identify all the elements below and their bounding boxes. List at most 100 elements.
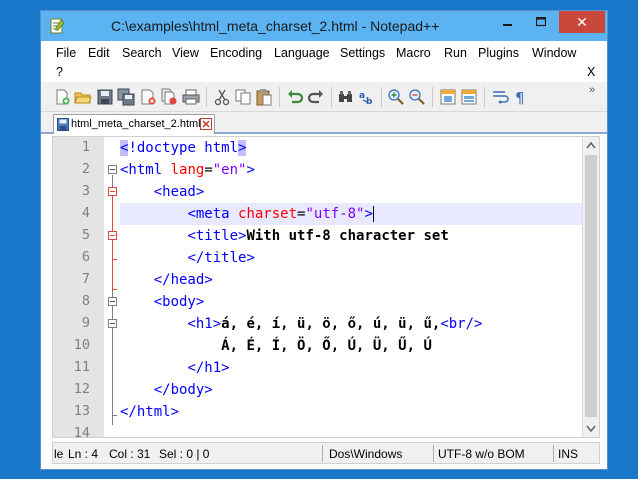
status-eol-format[interactable]: Dos\Windows bbox=[329, 447, 402, 461]
zoom-out-icon[interactable] bbox=[408, 88, 426, 106]
scroll-up-arrow-icon[interactable] bbox=[586, 141, 596, 149]
toolbar-separator bbox=[484, 87, 485, 107]
code-line-6: </title> bbox=[120, 247, 582, 269]
scroll-down-arrow-icon[interactable] bbox=[586, 425, 596, 433]
toolbar-separator bbox=[279, 87, 280, 107]
fold-end-html bbox=[112, 415, 117, 416]
fold-toggle-h1[interactable] bbox=[108, 319, 117, 328]
replace-icon[interactable]: ab bbox=[358, 88, 376, 106]
title-bar[interactable]: C:\examples\html_meta_charset_2.html - N… bbox=[41, 11, 607, 41]
vertical-scrollbar[interactable] bbox=[582, 137, 599, 437]
line-number: 7 bbox=[81, 271, 90, 287]
token-tag: <h1> bbox=[187, 316, 222, 332]
menu-plugins[interactable]: Plugins bbox=[478, 46, 519, 60]
menu-language[interactable]: Language bbox=[274, 46, 330, 60]
open-file-icon[interactable] bbox=[74, 88, 92, 106]
token-equals: = bbox=[204, 162, 213, 178]
save-icon[interactable] bbox=[96, 88, 114, 106]
fold-toggle-head[interactable] bbox=[108, 187, 117, 196]
token-attribute: charset bbox=[229, 206, 298, 222]
toolbar-separator bbox=[381, 87, 382, 107]
minimize-button[interactable] bbox=[493, 11, 523, 33]
code-line-11: </h1> bbox=[120, 357, 582, 379]
fold-toggle-title[interactable] bbox=[108, 231, 117, 240]
token-bracket-close: > bbox=[238, 140, 247, 156]
close-document-button[interactable]: X bbox=[587, 65, 595, 79]
minimize-icon bbox=[503, 24, 512, 26]
token-tag: <title> bbox=[187, 228, 247, 244]
sync-vertical-icon[interactable] bbox=[439, 88, 457, 106]
close-file-icon[interactable] bbox=[139, 88, 157, 106]
saved-file-icon bbox=[57, 118, 69, 131]
menu-help[interactable]: ? bbox=[56, 65, 63, 79]
status-separator bbox=[553, 445, 554, 462]
show-all-characters-icon[interactable]: ¶ bbox=[512, 88, 530, 106]
undo-icon[interactable] bbox=[286, 88, 304, 106]
status-insert-mode[interactable]: INS bbox=[558, 447, 578, 461]
print-icon[interactable] bbox=[182, 88, 200, 106]
menu-window[interactable]: Window bbox=[532, 46, 576, 60]
status-separator bbox=[322, 445, 323, 462]
token-tag-end: > bbox=[364, 206, 373, 222]
find-icon[interactable] bbox=[337, 88, 355, 106]
notepad-window: C:\examples\html_meta_charset_2.html - N… bbox=[40, 10, 608, 470]
menu-run[interactable]: Run bbox=[444, 46, 467, 60]
tab-html-meta-charset-2[interactable]: html_meta_charset_2.html bbox=[53, 114, 215, 134]
notepad-app-icon bbox=[50, 18, 65, 34]
close-button[interactable]: ✕ bbox=[559, 11, 605, 33]
save-all-icon[interactable] bbox=[117, 88, 135, 106]
text-caret bbox=[372, 206, 374, 222]
menu-edit[interactable]: Edit bbox=[88, 46, 110, 60]
zoom-in-icon[interactable] bbox=[387, 88, 405, 106]
status-column: Col : 31 bbox=[109, 447, 151, 461]
menu-search[interactable]: Search bbox=[122, 46, 162, 60]
menu-macro[interactable]: Macro bbox=[396, 46, 431, 60]
token-value: "utf-8" bbox=[305, 206, 365, 222]
cut-icon[interactable] bbox=[213, 88, 231, 106]
token-tag-end: > bbox=[246, 162, 255, 178]
code-editor[interactable]: 1 2 3 4 5 6 7 8 9 10 11 12 13 14 <!docty… bbox=[52, 136, 600, 438]
new-file-icon[interactable] bbox=[53, 88, 71, 106]
toolbar-separator bbox=[206, 87, 207, 107]
fold-toggle-html[interactable] bbox=[108, 165, 117, 174]
sync-horizontal-icon[interactable] bbox=[460, 88, 478, 106]
tab-label: html_meta_charset_2.html bbox=[71, 118, 201, 130]
status-separator bbox=[433, 445, 434, 462]
token-tag: </html> bbox=[120, 404, 180, 420]
close-all-icon[interactable] bbox=[160, 88, 178, 106]
toolbar: ab ¶ » bbox=[41, 82, 607, 112]
code-text-area[interactable]: <!doctype html> <html lang="en"> <head> … bbox=[120, 137, 582, 437]
line-number: 2 bbox=[81, 161, 90, 177]
fold-toggle-body[interactable] bbox=[108, 297, 117, 306]
token-tag: </body> bbox=[153, 382, 213, 398]
token-tag: <head> bbox=[153, 184, 205, 200]
toolbar-separator bbox=[331, 87, 332, 107]
maximize-button[interactable] bbox=[526, 11, 556, 33]
line-number: 12 bbox=[73, 381, 90, 397]
paste-icon[interactable] bbox=[255, 88, 273, 106]
status-encoding[interactable]: UTF-8 w/o BOM bbox=[438, 447, 525, 461]
copy-icon[interactable] bbox=[234, 88, 252, 106]
toolbar-overflow-chevron-icon[interactable]: » bbox=[589, 84, 595, 96]
code-line-2: <html lang="en"> bbox=[120, 159, 582, 181]
menu-file[interactable]: File bbox=[56, 46, 76, 60]
line-number-gutter: 1 2 3 4 5 6 7 8 9 10 11 12 13 14 bbox=[53, 137, 104, 437]
status-bar: le Ln : 4 Col : 31 Sel : 0 | 0 Dos\Windo… bbox=[52, 442, 600, 464]
menu-settings[interactable]: Settings bbox=[340, 46, 385, 60]
token-tag-br: <br/> bbox=[440, 316, 483, 332]
menu-view[interactable]: View bbox=[172, 46, 199, 60]
code-line-8: <body> bbox=[120, 291, 582, 313]
line-number: 3 bbox=[81, 183, 90, 199]
redo-icon[interactable] bbox=[307, 88, 325, 106]
code-line-7: </head> bbox=[120, 269, 582, 291]
word-wrap-icon[interactable] bbox=[491, 88, 509, 106]
maximize-icon bbox=[536, 17, 546, 27]
menu-encoding[interactable]: Encoding bbox=[210, 46, 262, 60]
tab-close-icon[interactable] bbox=[200, 118, 212, 130]
scrollbar-thumb[interactable] bbox=[585, 155, 597, 417]
